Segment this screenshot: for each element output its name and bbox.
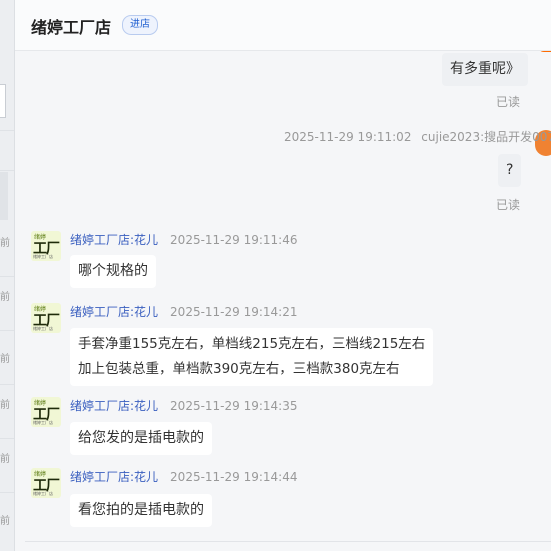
- message-sender: 绪婷工厂店:花儿: [70, 399, 159, 413]
- shop-avatar: 绪婷 工厂 绪婷工厂店: [31, 231, 61, 261]
- message-bubble: 手套净重155克左右，单档线215克左右，三档线215左右 加上包装总重，单档款…: [70, 328, 434, 386]
- list-item-fragment[interactable]: 前: [0, 350, 10, 365]
- message-line: 手套净重155克左右，单档线215克左右，三档线215左右: [78, 336, 426, 352]
- avatar-logo-sub: 绪婷工厂店: [33, 491, 53, 496]
- shop-name: 绪婷工厂店: [31, 18, 112, 37]
- message-bubble: 看您拍的是插电款的: [70, 494, 212, 527]
- selected-conversation-edge[interactable]: [0, 172, 8, 220]
- avatar-logo-sub: 绪婷工厂店: [33, 254, 53, 259]
- divider: [0, 170, 14, 171]
- message-meta: 绪婷工厂店:花儿 2025-11-29 19:11:46: [70, 231, 298, 248]
- chat-header: 绪婷工厂店 进店: [15, 0, 551, 51]
- avatar-logo-sub: 绪婷工厂店: [33, 420, 53, 425]
- message-sender: 绪婷工厂店:花儿: [70, 305, 159, 319]
- divider: [0, 330, 14, 331]
- shop-avatar: 绪婷 工厂 绪婷工厂店: [31, 303, 61, 333]
- message-meta: 绪婷工厂店:花儿 2025-11-29 19:14:21: [70, 303, 298, 320]
- message-list: 有多重呢》 已读 2025-11-29 19:11:02 cujie2023:搜…: [15, 51, 551, 551]
- message-sender: 绪婷工厂店:花儿: [70, 470, 159, 484]
- shop-avatar: 绪婷 工厂 绪婷工厂店: [31, 468, 61, 498]
- list-item-fragment[interactable]: 前: [0, 288, 10, 303]
- list-search-box-edge[interactable]: [0, 84, 6, 118]
- shop-avatar: 绪婷 工厂 绪婷工厂店: [31, 397, 61, 427]
- divider: [0, 130, 14, 131]
- divider: [0, 384, 14, 385]
- list-item-fragment[interactable]: 前: [0, 512, 10, 527]
- message-meta: 绪婷工厂店:花儿 2025-11-29 19:14:44: [70, 468, 298, 485]
- divider: [0, 276, 14, 277]
- message-time: 2025-11-29 19:14:21: [170, 305, 298, 319]
- message-bubble: 给您发的是插电款的: [70, 422, 212, 455]
- conversation-list-edge: 前 前 前 前 前 前: [0, 0, 15, 551]
- message-time: 2025-11-29 19:11:46: [170, 233, 298, 247]
- message-bubble: 哪个规格的: [70, 255, 156, 288]
- message-line: 加上包装总重，单档款390克左右，三档款380克左右: [78, 361, 400, 377]
- read-status: 已读: [496, 198, 521, 212]
- message-sender: 绪婷工厂店:花儿: [70, 233, 159, 247]
- list-item-fragment[interactable]: 前: [0, 234, 10, 249]
- message-meta: 绪婷工厂店:花儿 2025-11-29 19:14:35: [70, 397, 298, 414]
- message-time: 2025-11-29 19:14:44: [170, 470, 298, 484]
- message-bubble-self: ?: [498, 154, 522, 187]
- input-area-divider: [25, 541, 551, 542]
- divider: [0, 492, 14, 493]
- message-time: 2025-11-29 19:14:35: [170, 399, 298, 413]
- divider: [0, 438, 14, 439]
- message-meta-self: 2025-11-29 19:11:02 cujie2023:搜品开发007: [284, 128, 551, 145]
- message-sender: cujie2023:搜品开发007: [421, 130, 551, 144]
- avatar-logo-sub: 绪婷工厂店: [33, 326, 53, 331]
- message-bubble-self: 有多重呢》: [442, 53, 528, 86]
- message-time: 2025-11-29 19:11:02: [284, 130, 412, 144]
- list-item-fragment[interactable]: 前: [0, 450, 10, 465]
- enter-shop-button[interactable]: 进店: [122, 15, 158, 35]
- read-status: 已读: [496, 95, 521, 109]
- list-item-fragment[interactable]: 前: [0, 396, 10, 411]
